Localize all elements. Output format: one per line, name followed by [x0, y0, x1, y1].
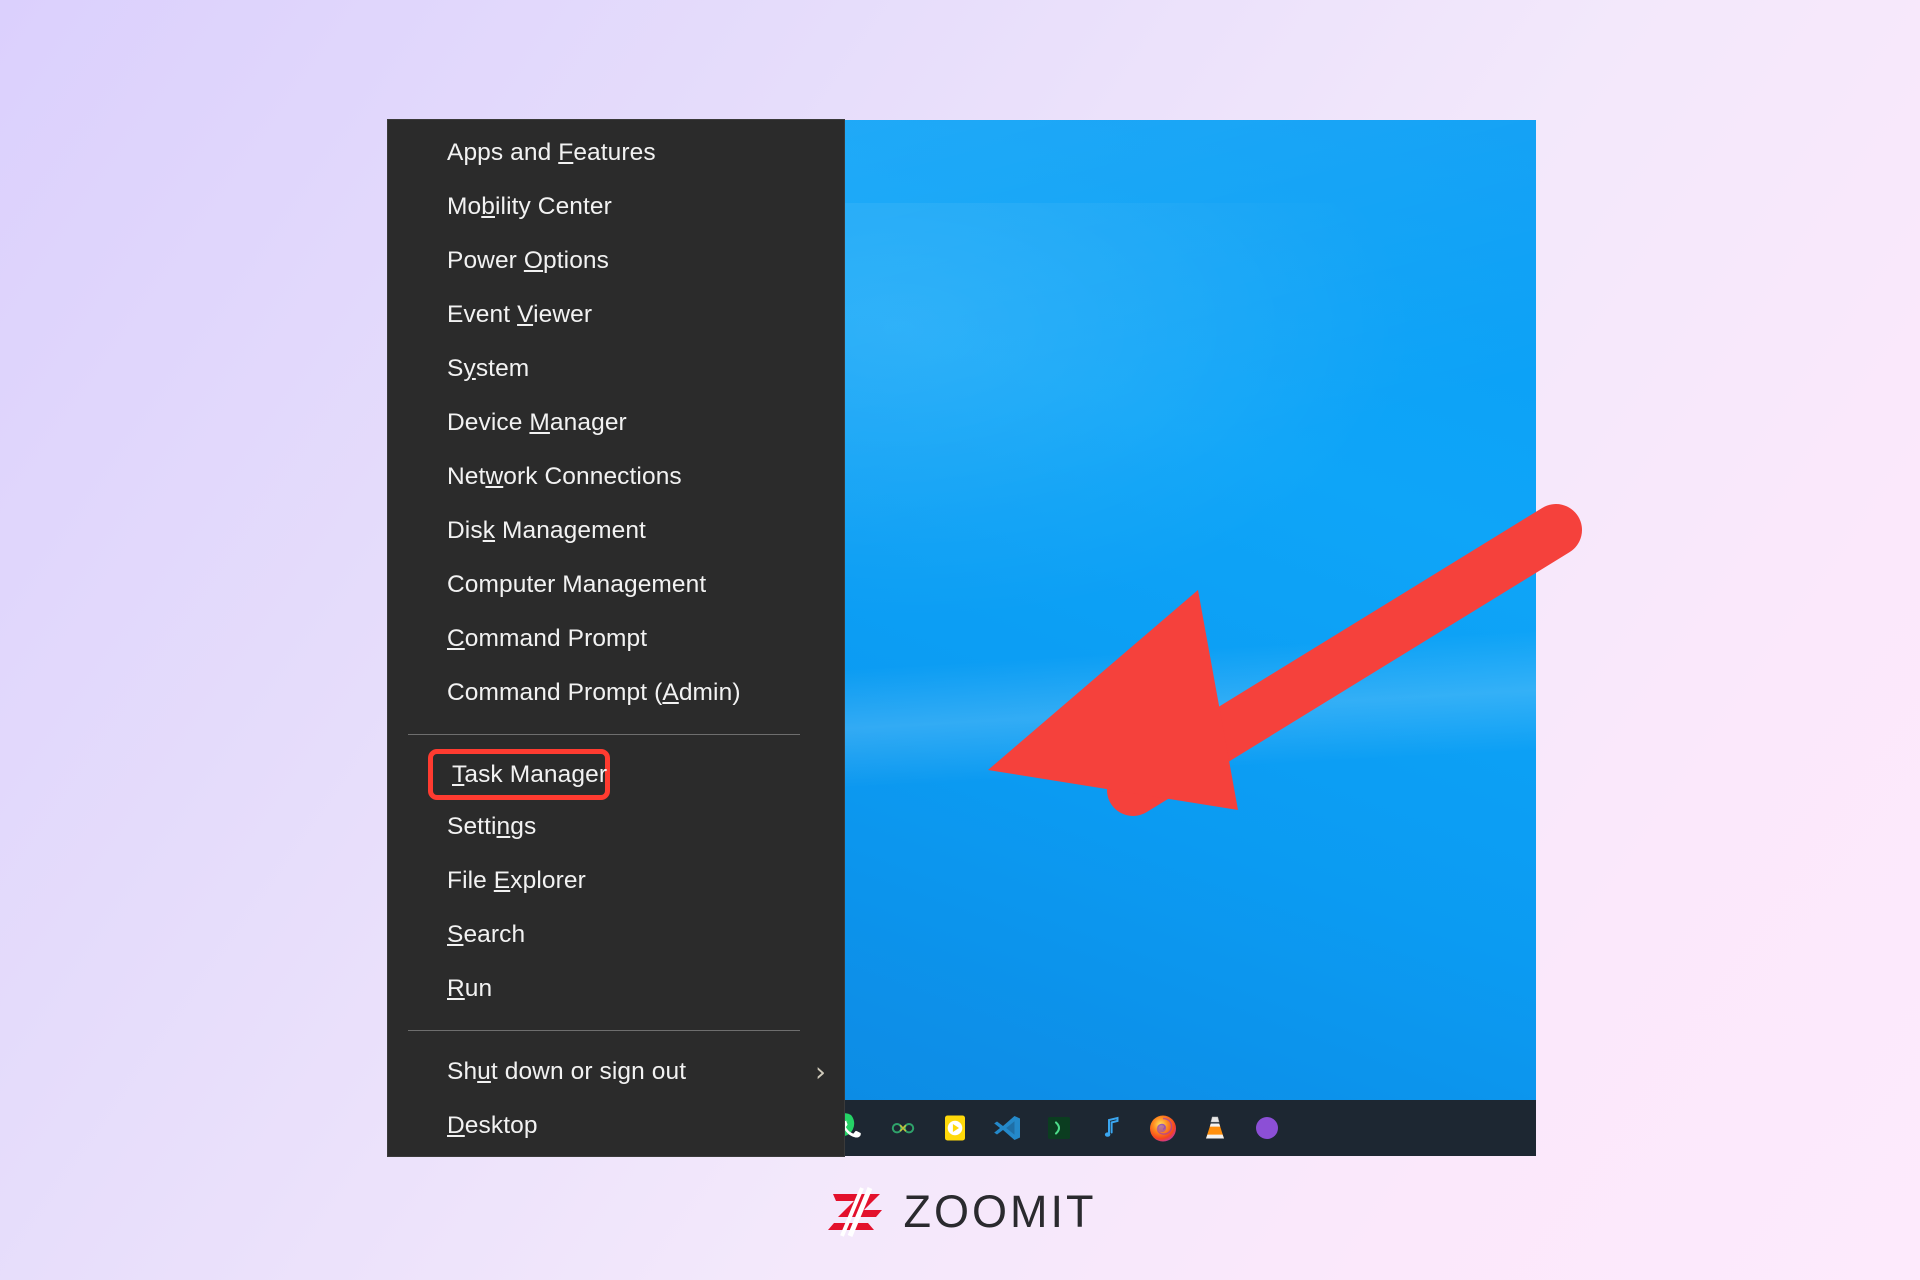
menu-item-shut-down-or-sign-out[interactable]: Shut down or sign out › [388, 1045, 844, 1099]
menu-separator-1 [408, 734, 800, 735]
terminal-icon[interactable] [1044, 1113, 1074, 1143]
firefox-icon[interactable] [1148, 1113, 1178, 1143]
music-note-icon[interactable] [1096, 1113, 1126, 1143]
menu-separator-2 [408, 1030, 800, 1031]
menu-item-label: Desktop [447, 1112, 538, 1139]
menu-item-label: Power Options [447, 247, 610, 274]
infinity-icon[interactable] [888, 1113, 918, 1143]
menu-item-label: File Explorer [447, 867, 586, 894]
menu-item-label: Event Viewer [447, 301, 593, 328]
zoomit-branding: ZOOMIT [0, 1186, 1920, 1238]
chevron-right-icon: › [815, 1056, 826, 1088]
menu-item-command-prompt[interactable]: Command Prompt [388, 612, 844, 666]
menu-item-label: Network Connections [447, 463, 682, 490]
menu-item-label: Device Manager [447, 409, 627, 436]
menu-item-label: Apps and Features [447, 139, 656, 166]
menu-item-task-manager[interactable]: Task Manager [428, 749, 610, 800]
menu-item-label: Run [447, 975, 493, 1002]
vscode-icon[interactable] [992, 1113, 1022, 1143]
menu-item-event-viewer[interactable]: Event Viewer [388, 288, 844, 342]
menu-item-run[interactable]: Run [388, 962, 844, 1016]
menu-item-label: Shut down or sign out [447, 1058, 687, 1085]
menu-item-label: Command Prompt [447, 625, 648, 652]
zoomit-logo-mark [827, 1187, 882, 1237]
menu-item-device-manager[interactable]: Device Manager [388, 396, 844, 450]
menu-item-desktop[interactable]: Desktop [388, 1099, 844, 1153]
menu-item-label: Search [447, 921, 526, 948]
partial-app-icon[interactable] [1252, 1113, 1282, 1143]
menu-item-label: Settings [447, 813, 537, 840]
menu-item-mobility-center[interactable]: Mobility Center [388, 180, 844, 234]
menu-item-command-prompt-admin[interactable]: Command Prompt (Admin) [388, 666, 844, 720]
menu-item-settings[interactable]: Settings [388, 800, 844, 854]
menu-item-label: Computer Management [447, 571, 707, 598]
menu-item-system[interactable]: System [388, 342, 844, 396]
menu-item-label: Mobility Center [447, 193, 612, 220]
menu-item-network-connections[interactable]: Network Connections [388, 450, 844, 504]
menu-item-apps-and-features[interactable]: Apps and Features [388, 126, 844, 180]
menu-item-label: System [447, 355, 530, 382]
vlc-icon[interactable] [1200, 1113, 1230, 1143]
menu-item-computer-management[interactable]: Computer Management [388, 558, 844, 612]
menu-item-label: Task Manager [452, 760, 608, 788]
menu-item-search[interactable]: Search [388, 908, 844, 962]
menu-item-power-options[interactable]: Power Options [388, 234, 844, 288]
menu-item-label: Disk Management [447, 517, 646, 544]
win-x-context-menu[interactable]: Apps and Features Mobility Center Power … [388, 120, 844, 1156]
screenshot-composite: Apps and Features Mobility Center Power … [388, 120, 1582, 1156]
menu-item-label: Command Prompt (Admin) [447, 679, 741, 706]
zoomit-wordmark: ZOOMIT [903, 1186, 1097, 1237]
menu-item-disk-management[interactable]: Disk Management [388, 504, 844, 558]
media-player-icon[interactable] [940, 1113, 970, 1143]
menu-item-file-explorer[interactable]: File Explorer [388, 854, 844, 908]
